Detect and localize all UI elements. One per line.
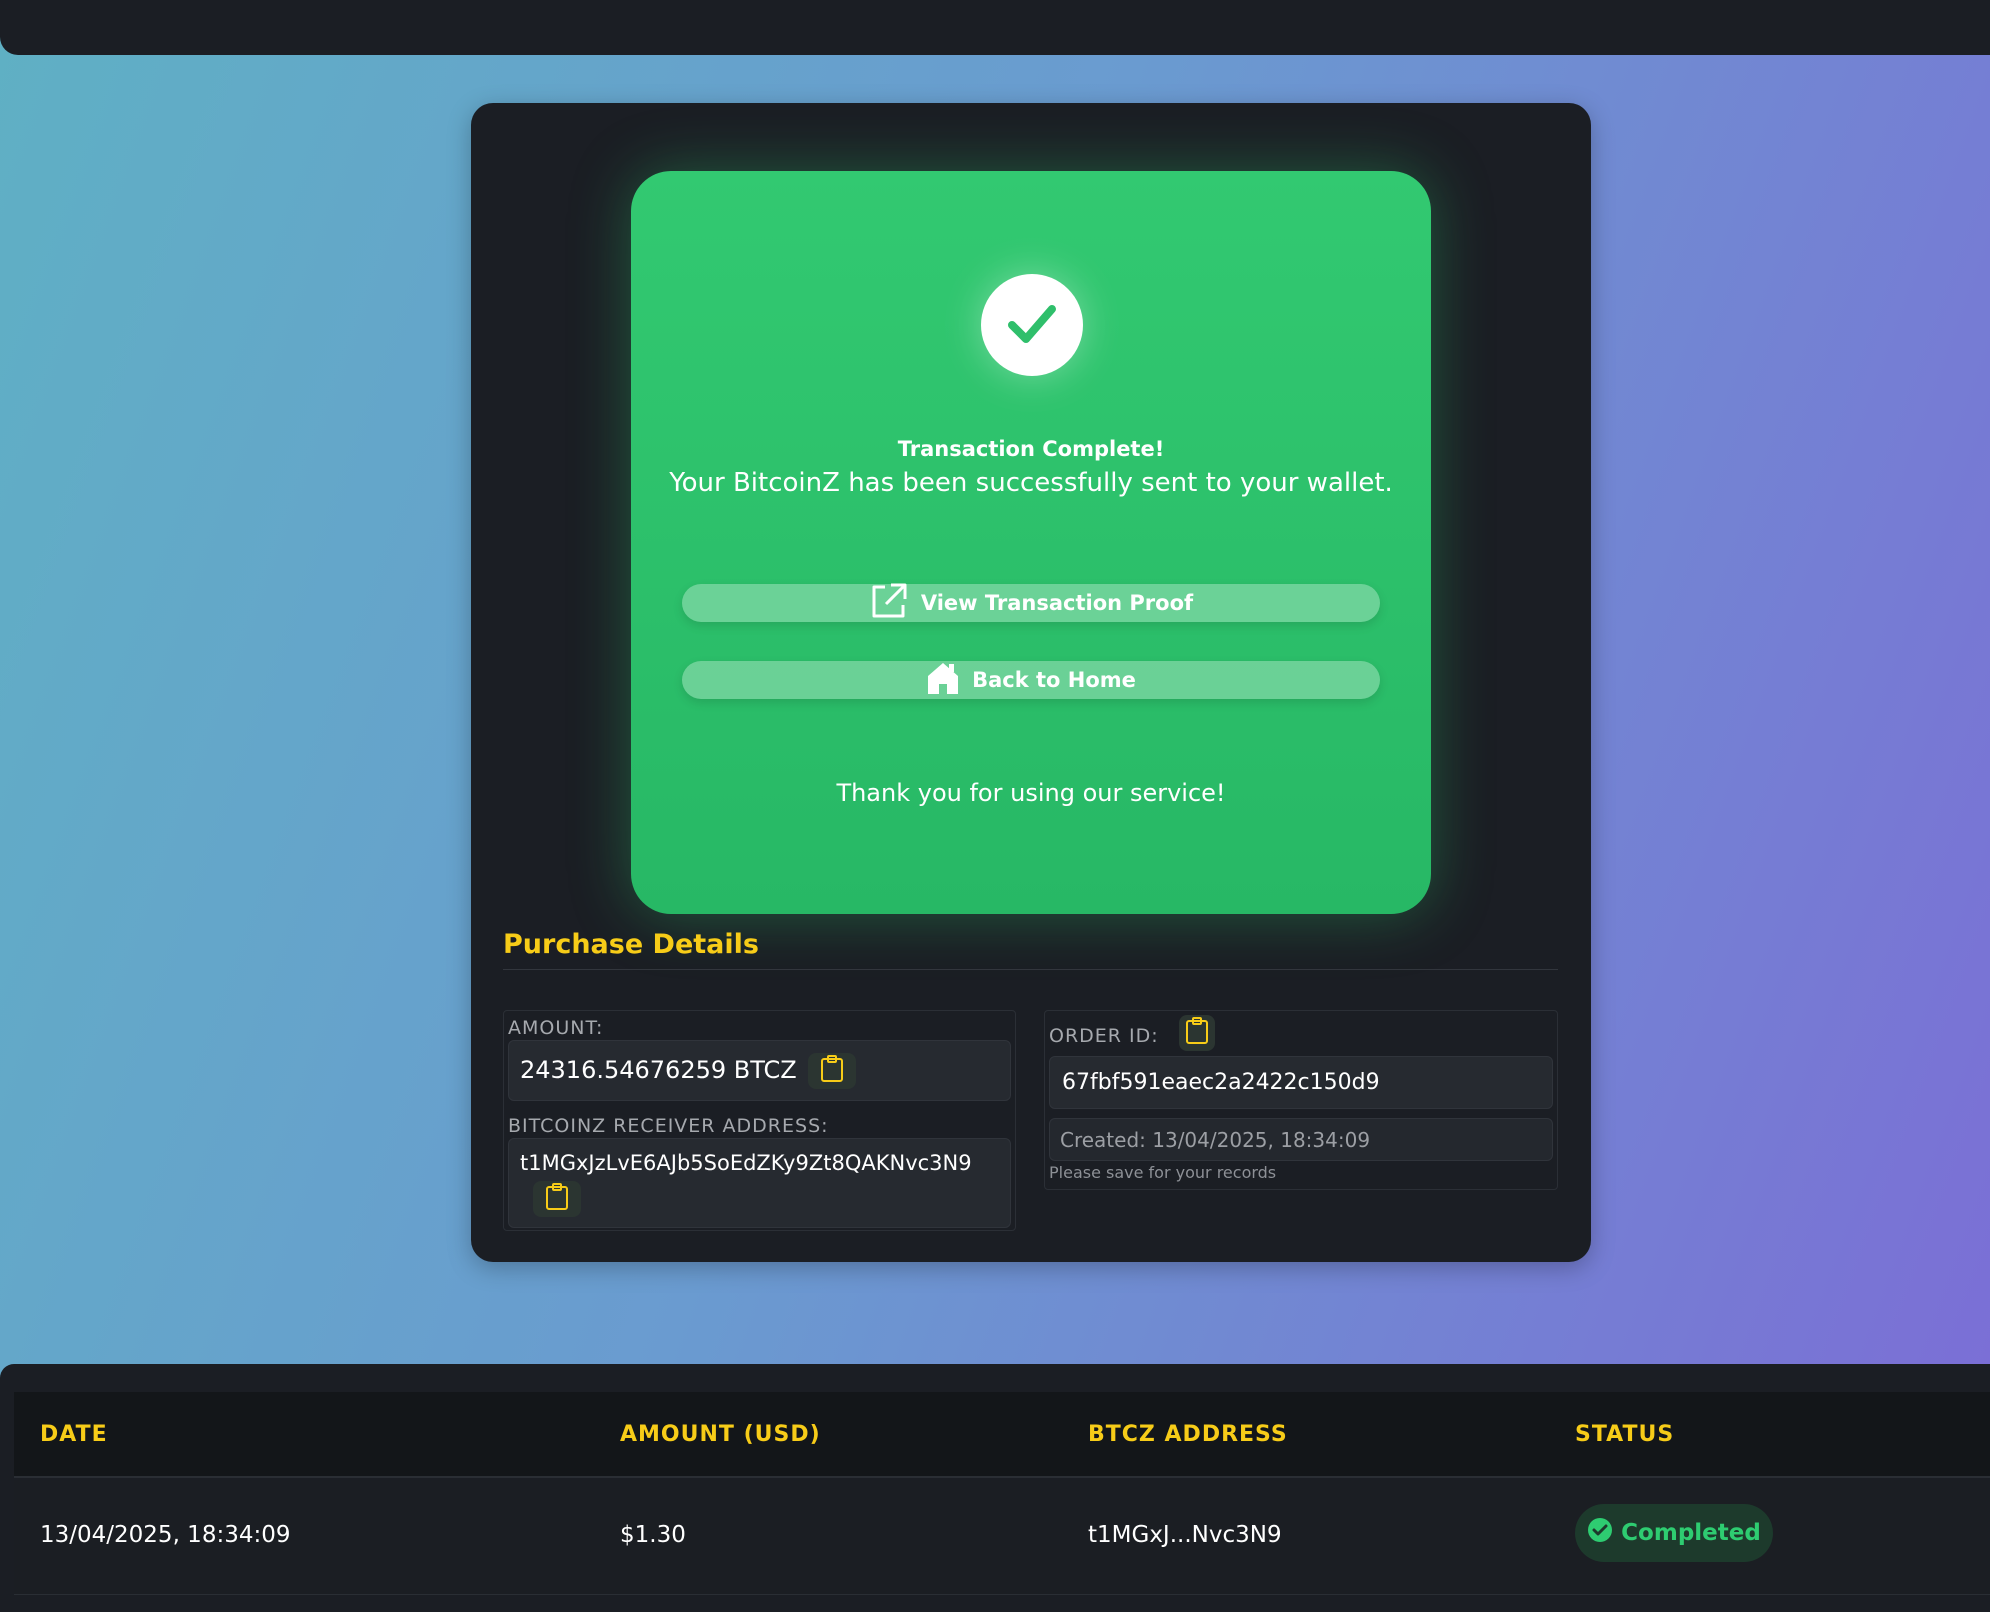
check-circle-icon: [1587, 1517, 1613, 1549]
address-value: t1MGxJzLvE6AJb5SoEdZKy9Zt8QAKNvc3N9: [520, 1151, 972, 1175]
table-header: DATE AMOUNT (USD) BTCZ ADDRESS STATUS: [14, 1392, 1990, 1478]
header-address: BTCZ ADDRESS: [1088, 1422, 1288, 1447]
transactions-table: DATE AMOUNT (USD) BTCZ ADDRESS STATUS 13…: [0, 1364, 1990, 1612]
order-id-box: 67fbf591eaec2a2422c150d9: [1049, 1056, 1553, 1109]
order-panel: ORDER ID: 67fbf591eaec2a2422c150d9 Creat…: [1044, 1010, 1558, 1190]
success-panel: Transaction Complete! Your BitcoinZ has …: [631, 171, 1431, 914]
amount-value: 24316.54676259 BTCZ: [520, 1056, 797, 1084]
amount-box: 24316.54676259 BTCZ: [508, 1040, 1011, 1101]
back-home-label: Back to Home: [972, 668, 1136, 692]
divider: [503, 969, 1558, 970]
row-date: 13/04/2025, 18:34:09: [40, 1522, 291, 1548]
status-text: Completed: [1621, 1520, 1761, 1546]
copy-amount-button[interactable]: [808, 1053, 856, 1089]
copy-order-id-button[interactable]: [1179, 1015, 1215, 1051]
amount-address-panel: AMOUNT: 24316.54676259 BTCZ BITCOINZ REC…: [503, 1010, 1016, 1231]
thank-you-text: Thank you for using our service!: [836, 779, 1226, 807]
success-message: Your BitcoinZ has been successfully sent…: [669, 468, 1393, 498]
success-title: Transaction Complete!: [897, 437, 1165, 461]
purchase-result-card: Transaction Complete! Your BitcoinZ has …: [471, 103, 1591, 1262]
header-amount: AMOUNT (USD): [620, 1422, 821, 1447]
address-label: BITCOINZ RECEIVER ADDRESS:: [508, 1115, 829, 1137]
address-box: t1MGxJzLvE6AJb5SoEdZKy9Zt8QAKNvc3N9: [508, 1138, 1011, 1228]
order-id-label: ORDER ID:: [1049, 1025, 1159, 1047]
clipboard-icon: [820, 1055, 844, 1087]
home-icon: [926, 661, 960, 700]
row-address: t1MGxJ...Nvc3N9: [1088, 1522, 1282, 1548]
created-box: Created: 13/04/2025, 18:34:09: [1049, 1118, 1553, 1161]
back-to-home-button[interactable]: Back to Home: [682, 661, 1380, 699]
check-circle-icon: [981, 274, 1083, 376]
table-row[interactable]: 13/04/2025, 18:34:09 $1.30 t1MGxJ...Nvc3…: [14, 1480, 1990, 1595]
amount-label: AMOUNT:: [508, 1017, 604, 1039]
external-link-icon: [869, 581, 909, 626]
top-navbar: [0, 0, 1990, 55]
view-proof-label: View Transaction Proof: [920, 591, 1194, 615]
table-footer: [14, 1596, 1990, 1612]
clipboard-icon: [1185, 1017, 1209, 1049]
row-amount: $1.30: [620, 1522, 686, 1548]
purchase-details-heading: Purchase Details: [503, 929, 759, 960]
view-transaction-proof-button[interactable]: View Transaction Proof: [682, 583, 1380, 622]
status-badge: Completed: [1575, 1504, 1773, 1562]
clipboard-icon: [545, 1183, 569, 1215]
created-timestamp: Created: 13/04/2025, 18:34:09: [1060, 1128, 1371, 1152]
header-date: DATE: [40, 1422, 108, 1447]
save-note: Please save for your records: [1049, 1163, 1277, 1182]
order-id-value: 67fbf591eaec2a2422c150d9: [1062, 1070, 1380, 1095]
copy-address-button[interactable]: [533, 1181, 581, 1217]
header-status: STATUS: [1575, 1422, 1675, 1447]
